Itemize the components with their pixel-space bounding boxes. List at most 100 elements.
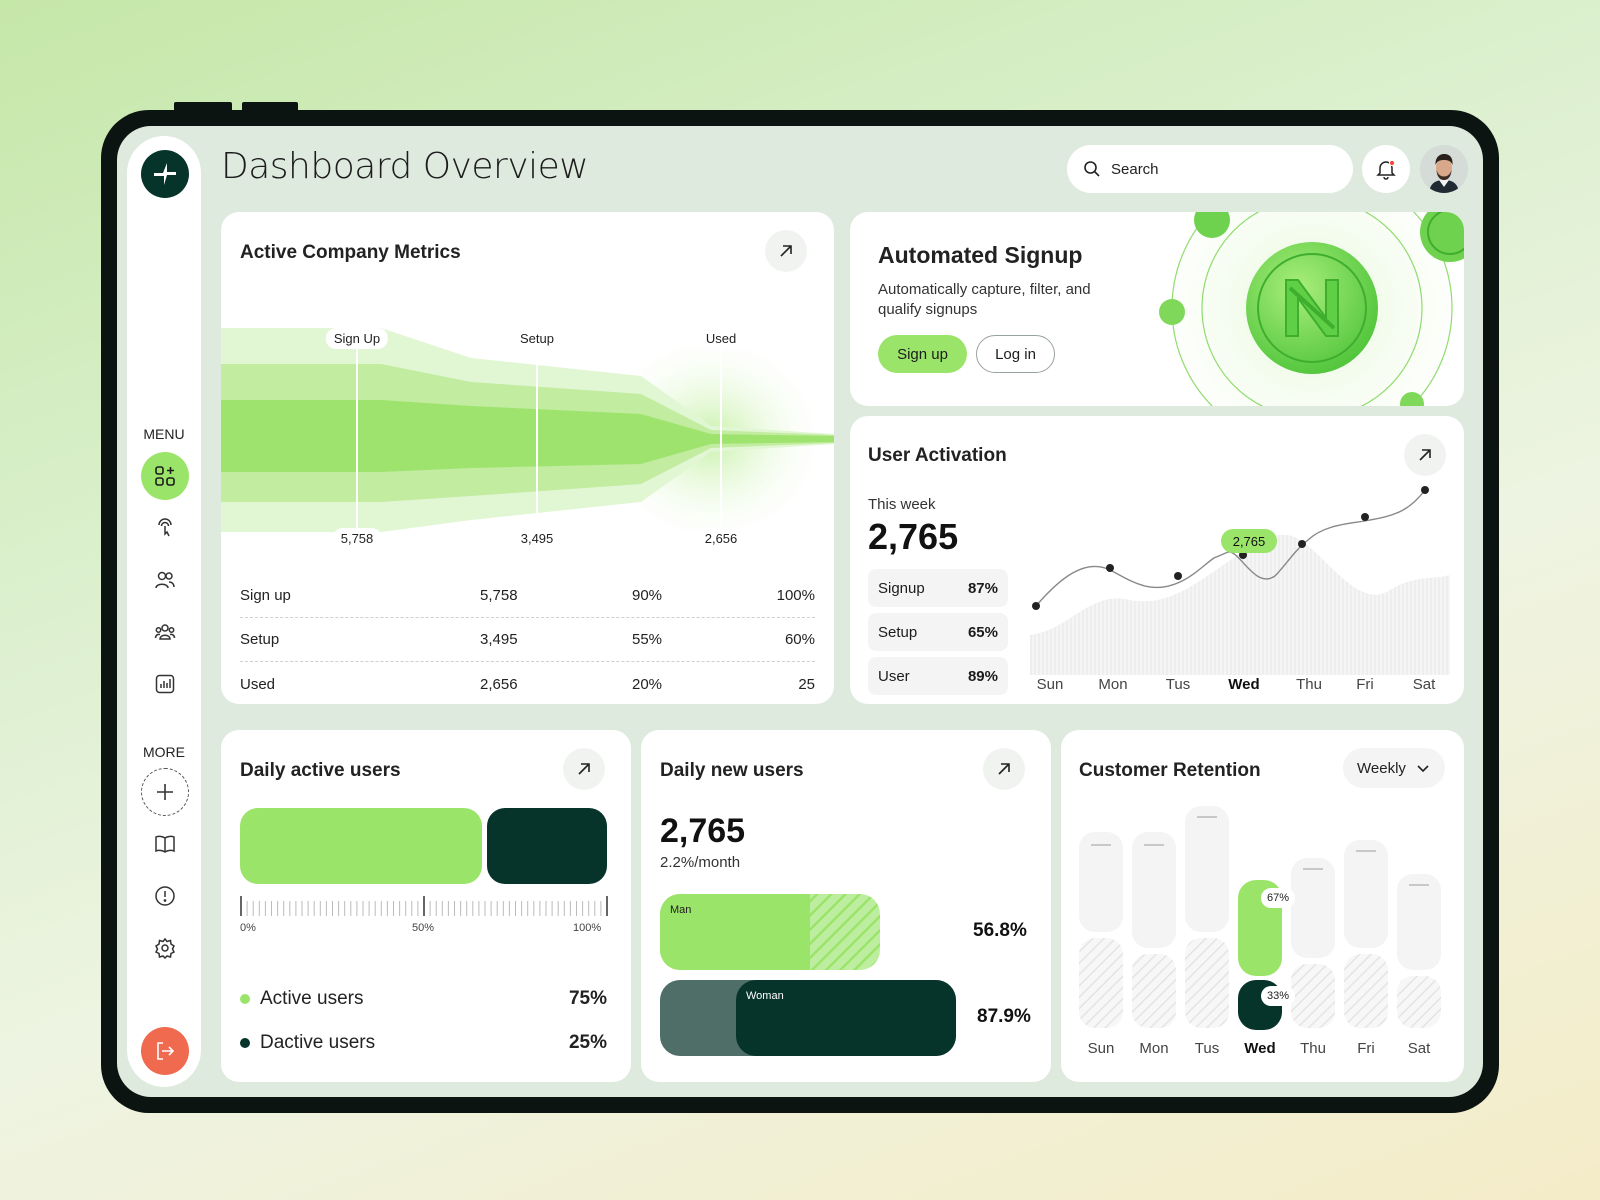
woman-bar-label: Woman: [746, 990, 784, 1002]
retention-bar-fri: [1344, 840, 1388, 1028]
metrics-expand-button[interactable]: [765, 230, 807, 272]
search-input[interactable]: [1111, 160, 1331, 178]
more-label: MORE: [143, 744, 185, 760]
stat-label: Signup: [878, 579, 925, 597]
search-bar[interactable]: [1067, 145, 1353, 193]
settings-icon: [154, 937, 176, 959]
login-button[interactable]: Log in: [976, 335, 1055, 373]
legend-dot: [240, 994, 250, 1004]
row-rate: 20%: [632, 675, 663, 693]
nav-help[interactable]: [141, 872, 189, 920]
book-icon: [155, 835, 175, 853]
stat-setup: Setup 65%: [868, 613, 1008, 651]
active-company-metrics-card: Active Company Metrics Sign Up Setup Use…: [221, 212, 834, 704]
stat-signup: Signup 87%: [868, 569, 1008, 607]
info-icon: [155, 886, 175, 906]
stage-value-signup: 5,758: [332, 528, 382, 549]
retention-title: Customer Retention: [1079, 760, 1261, 781]
retention-upper-badge: 67%: [1261, 888, 1295, 908]
add-icon: [157, 784, 173, 800]
daily-new-users-card: Daily new users 2,765 2.2%/month Man 56.…: [641, 730, 1051, 1082]
data-point: [1361, 513, 1369, 521]
arrow-up-right-icon: [780, 245, 792, 257]
nav-users[interactable]: [141, 556, 189, 604]
row-count: 2,656: [480, 675, 518, 693]
metrics-table: Sign up 5,758 90% 100% Setup 3,495 55% 6…: [240, 574, 815, 704]
logo[interactable]: [141, 150, 189, 198]
activation-day: Sat: [1412, 676, 1436, 693]
team-icon: [154, 624, 176, 640]
nav-teams[interactable]: [141, 608, 189, 656]
retention-day: Thu: [1300, 1040, 1326, 1057]
signup-promo-description: Automatically capture, filter, and quali…: [878, 281, 1091, 318]
daily-new-value: 2,765: [660, 812, 746, 850]
daily-active-title: Daily active users: [240, 760, 401, 781]
nav-reports[interactable]: [141, 660, 189, 708]
retention-day: Fri: [1357, 1040, 1375, 1057]
activation-period: This week: [868, 496, 936, 513]
nav-engagement[interactable]: [141, 504, 189, 552]
signup-button[interactable]: Sign up: [878, 335, 967, 373]
menu-label: MENU: [143, 426, 185, 442]
sidebar: MENU MORE: [127, 136, 201, 1087]
dropdown-value: Weekly: [1357, 759, 1406, 777]
stage-line-setup: [536, 342, 538, 528]
arrow-up-right-icon: [578, 763, 590, 775]
daily-active-expand-button[interactable]: [563, 748, 605, 790]
add-button[interactable]: [141, 768, 189, 816]
stat-label: Setup: [878, 623, 918, 641]
data-point: [1421, 486, 1429, 494]
row-name: Used: [240, 675, 276, 693]
stage-line-used: [720, 342, 722, 528]
stage-label-signup: Sign Up: [325, 328, 389, 349]
nav-docs[interactable]: [141, 820, 189, 868]
retention-lower-badge: 33%: [1261, 986, 1295, 1006]
man-bar: [660, 894, 880, 970]
report-chart-icon: [155, 674, 175, 694]
bell-icon: [1376, 159, 1396, 180]
stage-label-used: Used: [697, 328, 745, 349]
activation-day: Tus: [1165, 676, 1191, 693]
data-point: [1298, 540, 1306, 548]
daily-new-growth: 2.2%/month: [660, 854, 741, 871]
touch-pointer-icon: [158, 518, 172, 537]
legend-inactive-users: Dactive users 25%: [240, 1032, 607, 1054]
legend-dot: [240, 1038, 250, 1048]
stat-value: 65%: [967, 623, 998, 641]
nav-settings[interactable]: [141, 924, 189, 972]
activation-expand-button[interactable]: [1404, 434, 1446, 476]
row-count: 5,758: [480, 587, 518, 604]
stage-value-setup: 3,495: [512, 528, 562, 549]
woman-bar-value: 87.9%: [977, 1006, 1031, 1027]
row-count: 3,495: [480, 631, 518, 648]
stat-user: User 89%: [868, 657, 1008, 695]
row-name: Setup: [240, 631, 280, 648]
dashboard-grid-icon: [155, 466, 175, 486]
daily-new-expand-button[interactable]: [983, 748, 1025, 790]
user-avatar[interactable]: [1420, 145, 1468, 193]
search-icon: [1084, 161, 1100, 177]
daily-active-users-card: Daily active users 0% 50% 100% Active us…: [221, 730, 631, 1082]
users-icon: [155, 571, 175, 589]
daily-new-title: Daily new users: [660, 760, 804, 781]
dashboard-screen: MENU MORE Dashboard Overview Search Acti…: [117, 126, 1483, 1097]
retention-bar-sat: [1397, 874, 1441, 1028]
retention-bar-mon: [1132, 832, 1176, 1028]
nav-dashboard[interactable]: [141, 452, 189, 500]
row-total: 60%: [784, 631, 815, 648]
funnel-chart: [221, 328, 834, 549]
retention-day: Sun: [1087, 1040, 1115, 1057]
logo-icon: [154, 163, 176, 185]
row-total: 100%: [776, 587, 815, 604]
activation-day: Fri: [1356, 676, 1374, 693]
chevron-down-icon: [1417, 765, 1429, 773]
logout-button[interactable]: [141, 1027, 189, 1075]
scale-min: 0%: [240, 922, 256, 934]
retention-day: Mon: [1139, 1040, 1169, 1057]
retention-bar-sun: [1079, 832, 1123, 1028]
retention-period-dropdown[interactable]: Weekly: [1343, 748, 1445, 788]
retention-day: Sat: [1407, 1040, 1431, 1057]
data-point: [1106, 564, 1114, 572]
notifications-button[interactable]: [1362, 145, 1410, 193]
activation-title: User Activation: [868, 445, 1007, 466]
